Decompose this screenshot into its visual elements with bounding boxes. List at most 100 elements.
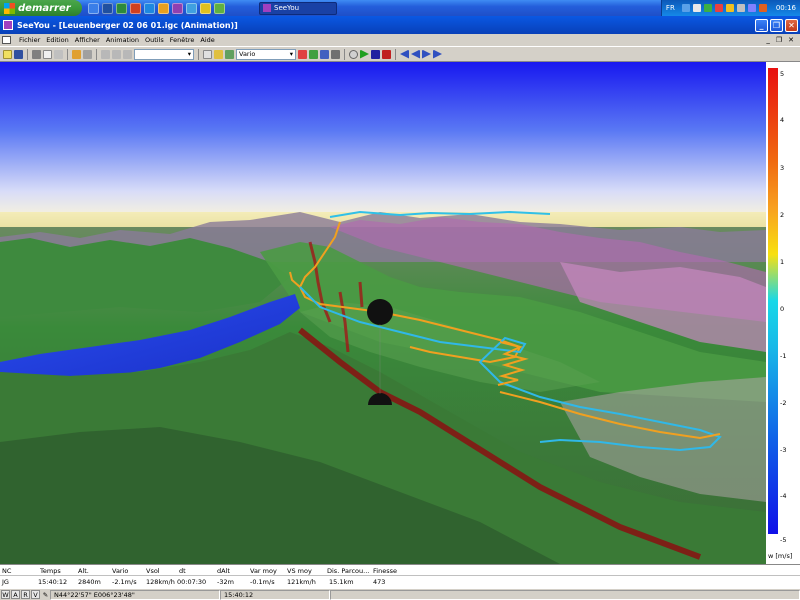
legend-unit: w [m/s]	[768, 552, 793, 560]
stats-value: 00:07:30	[177, 578, 207, 586]
update-icon[interactable]	[758, 4, 767, 12]
powerpoint-icon[interactable]	[130, 2, 141, 14]
taskbar-button-seeyou[interactable]: SeeYou	[259, 1, 337, 15]
mdi-close-button[interactable]: ✕	[788, 36, 794, 44]
print-preview-icon[interactable]	[43, 49, 52, 59]
pencil-icon[interactable]: ✎	[41, 590, 50, 599]
quick-launch	[88, 2, 225, 14]
minimize-button[interactable]: _	[755, 18, 768, 32]
step-back-icon[interactable]	[411, 49, 420, 59]
stats-value-row[interactable]: JG 15:40:12 2840m -2.1m/s 128km/h 00:07:…	[0, 576, 800, 587]
window-title-bar[interactable]: SeeYou - [Leuenberger 02 06 01.igc (Anim…	[0, 16, 800, 34]
measure-icon[interactable]	[83, 49, 92, 59]
stats-header: VS moy	[287, 567, 312, 575]
menu-fichier[interactable]: Fichier	[19, 36, 40, 44]
start-button[interactable]: demarrer	[0, 0, 82, 16]
toolbar-separator	[395, 48, 396, 60]
clock-icon[interactable]	[349, 49, 358, 59]
stats-value: JG	[2, 578, 9, 586]
app-icon[interactable]	[214, 2, 225, 14]
stop-icon[interactable]	[382, 49, 391, 59]
clock[interactable]: 00:16	[776, 4, 796, 12]
properties-icon[interactable]	[54, 49, 63, 59]
internet-explorer-icon[interactable]	[144, 2, 155, 14]
alert-icon[interactable]	[714, 4, 723, 12]
close-button[interactable]: ✕	[785, 18, 798, 32]
toolbar-separator	[344, 48, 345, 60]
restore-button[interactable]: ❐	[770, 18, 783, 32]
system-tray: FR 00:16	[660, 0, 800, 16]
status-button-v[interactable]: V	[31, 590, 40, 599]
legend-tick: 0	[780, 305, 785, 313]
menu-fenetre[interactable]: Fenêtre	[170, 36, 195, 44]
security-icon[interactable]	[725, 4, 734, 12]
menu-edition[interactable]: Edition	[46, 36, 69, 44]
toolbar-separator	[67, 48, 68, 60]
language-indicator[interactable]: FR	[666, 4, 675, 12]
stats-header: Alt.	[78, 567, 89, 575]
antivirus-icon[interactable]	[703, 4, 712, 12]
folder-icon[interactable]	[158, 2, 169, 14]
track-icon[interactable]	[331, 49, 340, 59]
mdi-minimize-button[interactable]: _	[766, 36, 770, 44]
zoom-in-icon[interactable]	[112, 49, 121, 59]
graph-icon[interactable]	[320, 49, 329, 59]
display-mode-combo[interactable]: Vario ▾	[236, 48, 296, 60]
folder-open-icon[interactable]	[214, 49, 223, 59]
map-icon[interactable]	[225, 49, 234, 59]
status-button-a[interactable]: A	[11, 590, 20, 599]
stats-header: NC	[2, 567, 12, 575]
menu-bar: Fichier Edition Afficher Animation Outil…	[0, 34, 800, 46]
terrain-icon[interactable]	[309, 49, 318, 59]
monitor-icon[interactable]	[692, 4, 701, 12]
document-icon[interactable]	[2, 36, 11, 44]
mdi-restore-button[interactable]: ❐	[776, 36, 782, 44]
stats-header: dAlt	[217, 567, 230, 575]
start-label: demarrer	[18, 2, 71, 14]
windows-logo-icon	[4, 2, 15, 14]
legend-tick: -4	[780, 492, 787, 500]
status-button-r[interactable]: R	[21, 590, 30, 599]
seeyou-quick-icon[interactable]	[172, 2, 183, 14]
fast-forward-icon[interactable]	[433, 49, 442, 59]
step-forward-icon[interactable]	[422, 49, 431, 59]
glider-position-marker[interactable]	[367, 299, 393, 325]
mdi-controls: _ ❐ ✕	[766, 36, 794, 44]
menu-aide[interactable]: Aide	[200, 36, 214, 44]
menu-afficher[interactable]: Afficher	[75, 36, 100, 44]
windows-taskbar: demarrer SeeYou FR 00:16	[0, 0, 800, 16]
word-icon[interactable]	[102, 2, 113, 14]
pan-icon[interactable]	[101, 49, 110, 59]
play-icon[interactable]	[360, 49, 369, 59]
pause-icon[interactable]	[371, 49, 380, 59]
zoom-combo[interactable]: ▾	[134, 48, 194, 60]
messenger-icon[interactable]	[200, 2, 211, 14]
stats-header: Vsol	[146, 567, 160, 575]
toolbar: ▾ Vario ▾	[0, 46, 800, 62]
legend-tick: -2	[780, 399, 787, 407]
excel-icon[interactable]	[116, 2, 127, 14]
display-mode-value: Vario	[239, 50, 256, 58]
window-title: SeeYou - [Leuenberger 02 06 01.igc (Anim…	[17, 20, 238, 30]
print-icon[interactable]	[32, 49, 41, 59]
show-desktop-icon[interactable]	[88, 2, 99, 14]
open-icon[interactable]	[3, 49, 12, 59]
waypoint-icon[interactable]	[298, 49, 307, 59]
status-button-w[interactable]: W	[1, 590, 10, 599]
flag-icon[interactable]	[72, 49, 81, 59]
network-icon[interactable]	[681, 4, 690, 12]
menu-outils[interactable]: Outils	[145, 36, 164, 44]
zoom-out-icon[interactable]	[123, 49, 132, 59]
rewind-icon[interactable]	[400, 49, 409, 59]
seeyou-window-icon[interactable]	[3, 20, 13, 30]
vario-color-scale	[768, 68, 778, 534]
media-icon[interactable]	[186, 2, 197, 14]
save-icon[interactable]	[14, 49, 23, 59]
help-icon[interactable]	[203, 49, 212, 59]
vario-color-legend: 5 4 3 2 1 0 -1 -2 -3 -4 -5 w [m/s]	[766, 62, 800, 564]
menu-animation[interactable]: Animation	[106, 36, 139, 44]
3d-flight-view[interactable]	[0, 62, 766, 564]
speaker-icon[interactable]	[736, 4, 745, 12]
chevron-down-icon: ▾	[187, 50, 191, 58]
bluetooth-icon[interactable]	[747, 4, 756, 12]
